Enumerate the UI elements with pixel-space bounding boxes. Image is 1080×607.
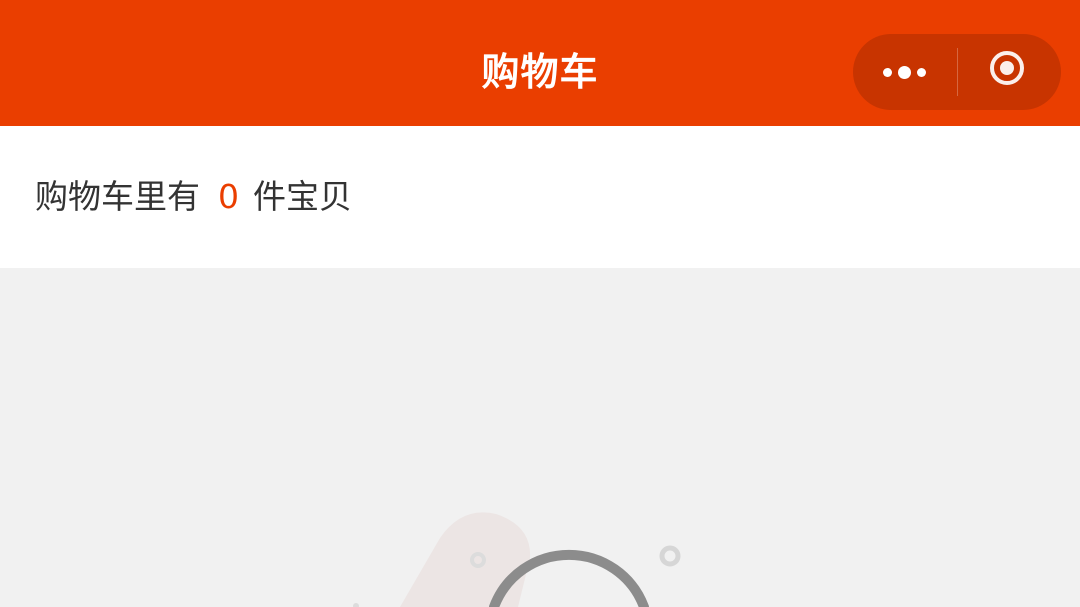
more-button[interactable] [853,34,957,110]
nav-header: 购物车 [0,0,1080,126]
target-circle-icon-core [1000,61,1014,75]
decor-ring-icon [659,545,681,567]
cart-summary-bar: 购物车里有 0 件宝贝 [0,126,1080,268]
illustration-backdrop-shape [400,512,531,607]
summary-prefix: 购物车里有 [35,177,200,216]
more-dots-icon [883,68,892,77]
decor-dot-icon [353,603,359,607]
close-button[interactable] [958,34,1061,110]
empty-cart-area [0,268,1080,607]
cart-summary-text: 购物车里有 0 件宝贝 [35,172,352,222]
empty-cart-illustration [353,512,681,607]
more-dots-icon [917,68,926,77]
more-dots-icon [898,66,911,79]
mini-program-capsule [853,34,1061,110]
cart-item-count: 0 [218,177,239,216]
summary-suffix: 件宝贝 [253,177,352,216]
